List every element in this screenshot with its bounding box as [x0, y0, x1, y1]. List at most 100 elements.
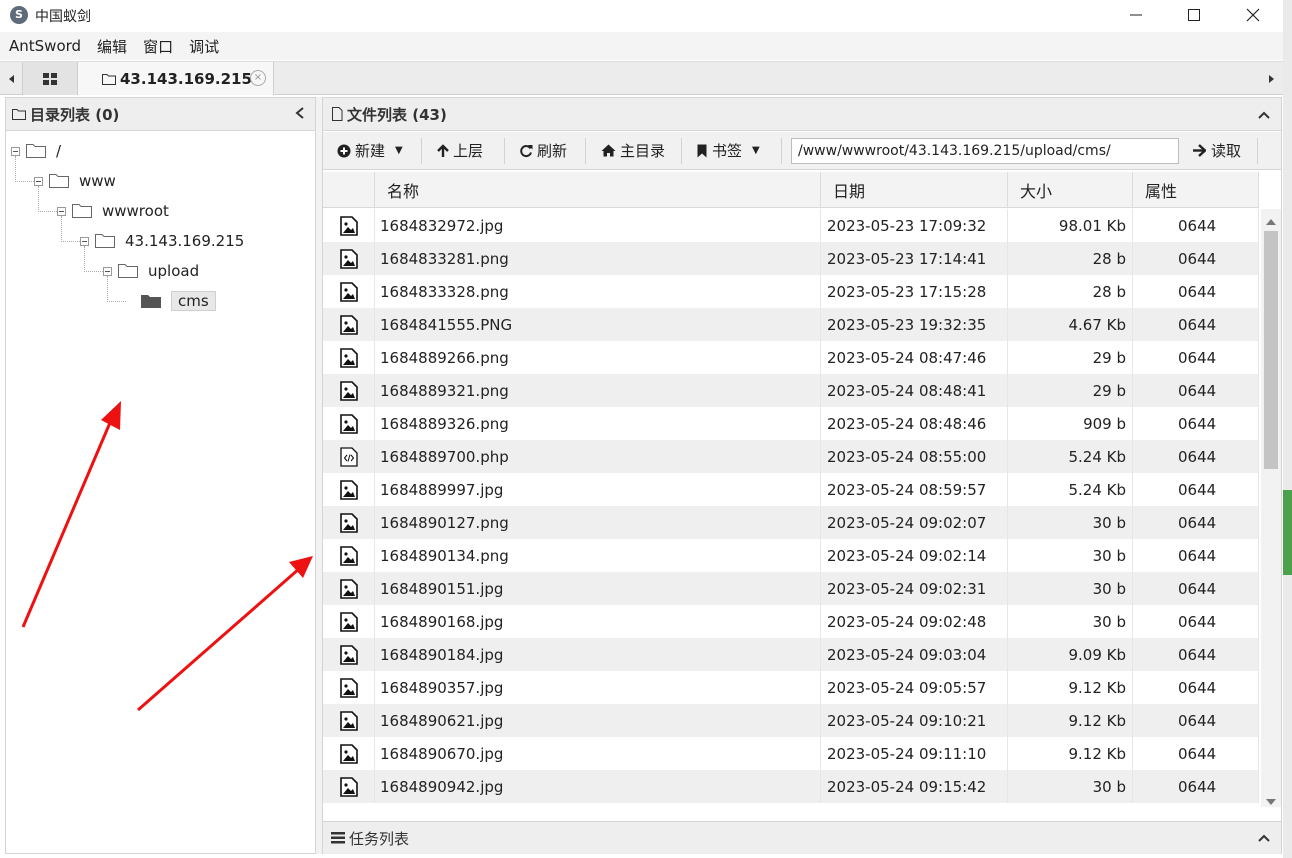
- file-name[interactable]: 1684890127.png: [375, 506, 821, 539]
- image-file-icon: [339, 314, 358, 335]
- file-row[interactable]: 1684889326.png 2023-05-24 08:48:46 909 b 06…: [323, 407, 1259, 440]
- collapse-file-panel-button[interactable]: [1257, 106, 1271, 124]
- column-date-header[interactable]: 日期: [821, 172, 1008, 208]
- file-size: 9.12 Kb: [1008, 737, 1133, 770]
- tab-scroll-right-button[interactable]: [1261, 65, 1281, 93]
- file-name[interactable]: 1684890168.jpg: [375, 605, 821, 638]
- bookmark-button[interactable]: 书签 ▼: [689, 132, 768, 169]
- file-name[interactable]: 1684890134.png: [375, 539, 821, 572]
- tree-collapse-toggle[interactable]: [103, 266, 112, 276]
- file-name[interactable]: 1684890621.jpg: [375, 704, 821, 737]
- tree-node[interactable]: www: [34, 170, 116, 192]
- refresh-label: 刷新: [537, 142, 568, 160]
- file-row[interactable]: 1684833281.png 2023-05-23 17:14:41 28 b 064…: [323, 242, 1259, 275]
- scrollbar-thumb[interactable]: [1264, 231, 1278, 469]
- file-row[interactable]: 1684890134.png 2023-05-24 09:02:14 30 b 064…: [323, 539, 1259, 572]
- tab-host[interactable]: 43.143.169.215: [78, 62, 274, 95]
- file-row[interactable]: 1684890151.jpg 2023-05-24 09:02:31 30 b 064…: [323, 572, 1259, 605]
- menu-debug[interactable]: 调试: [189, 36, 219, 57]
- file-row[interactable]: 1684890127.png 2023-05-24 09:02:07 30 b 064…: [323, 506, 1259, 539]
- tree-collapse-toggle[interactable]: [11, 146, 20, 156]
- file-name[interactable]: 1684890670.jpg: [375, 737, 821, 770]
- image-file-icon: [339, 380, 358, 401]
- minimize-button[interactable]: [1107, 0, 1165, 30]
- menu-antsword[interactable]: AntSword: [9, 37, 81, 55]
- file-name[interactable]: 1684890357.jpg: [375, 671, 821, 704]
- new-button[interactable]: 新建 ▼: [329, 132, 411, 169]
- window-title: 中国蚁剑: [35, 9, 91, 25]
- file-row[interactable]: 1684841555.PNG 2023-05-23 19:32:35 4.67 Kb…: [323, 308, 1259, 341]
- file-name[interactable]: 1684889700.php: [375, 440, 821, 473]
- file-name[interactable]: 1684889266.png: [375, 341, 821, 374]
- file-size: 9.12 Kb: [1008, 704, 1133, 737]
- folder-filled-icon: [141, 295, 161, 308]
- maximize-icon: [1188, 9, 1200, 21]
- task-panel-title: 任务列表: [349, 829, 410, 848]
- tab-close-icon[interactable]: ×: [250, 70, 266, 86]
- tree-node[interactable]: /: [11, 140, 61, 162]
- file-name[interactable]: 1684832972.jpg: [375, 209, 821, 242]
- file-row[interactable]: 1684890184.jpg 2023-05-24 09:03:04 9.09 Kb…: [323, 638, 1259, 671]
- file-type-cell: [323, 407, 375, 440]
- file-type-cell: [323, 704, 375, 737]
- column-perm-header[interactable]: 属性: [1133, 172, 1259, 208]
- tab-dashboard[interactable]: [22, 62, 78, 95]
- task-panel-header[interactable]: 任务列表: [323, 821, 1281, 854]
- plus-circle-icon: [337, 144, 351, 157]
- menu-window[interactable]: 窗口: [143, 36, 173, 57]
- file-row[interactable]: 1684833328.png 2023-05-23 17:15:28 28 b 064…: [323, 275, 1259, 308]
- menu-edit[interactable]: 编辑: [97, 36, 127, 57]
- file-type-cell: [323, 275, 375, 308]
- file-name[interactable]: 1684890184.jpg: [375, 638, 821, 671]
- tree-collapse-toggle[interactable]: [57, 206, 66, 216]
- file-row[interactable]: 1684890621.jpg 2023-05-24 09:10:21 9.12 Kb…: [323, 704, 1259, 737]
- column-size-header[interactable]: 大小: [1008, 172, 1133, 208]
- file-row[interactable]: 1684889700.php 2023-05-24 08:55:00 5.24 Kb…: [323, 440, 1259, 473]
- scroll-up-icon[interactable]: [1265, 212, 1277, 230]
- refresh-button[interactable]: 刷新: [511, 132, 575, 169]
- file-name[interactable]: 1684890942.jpg: [375, 770, 821, 803]
- file-row[interactable]: 1684890168.jpg 2023-05-24 09:02:48 30 b 064…: [323, 605, 1259, 638]
- file-name[interactable]: 1684889326.png: [375, 407, 821, 440]
- tree-node[interactable]: upload: [103, 260, 199, 282]
- folder-icon: [26, 144, 46, 158]
- home-dir-button[interactable]: 主目录: [593, 132, 673, 169]
- menu-bar: AntSword 编辑 窗口 调试: [0, 32, 1283, 60]
- background-window-edge: [1283, 490, 1292, 575]
- tree-collapse-toggle[interactable]: [34, 176, 43, 186]
- directory-panel-title: 目录列表 (0): [30, 105, 120, 124]
- file-row[interactable]: 1684890357.jpg 2023-05-24 09:05:57 9.12 Kb…: [323, 671, 1259, 704]
- tree-node-label: 43.143.169.215: [125, 232, 245, 250]
- tree-node[interactable]: 43.143.169.215: [80, 230, 244, 252]
- scroll-down-icon[interactable]: [1265, 792, 1277, 810]
- chevron-up-icon: [1258, 111, 1270, 119]
- file-row[interactable]: 1684890670.jpg 2023-05-24 09:11:10 9.12 Kb…: [323, 737, 1259, 770]
- file-date: 2023-05-24 08:48:41: [821, 374, 1008, 407]
- up-level-button[interactable]: 上层: [429, 132, 491, 169]
- file-row[interactable]: 1684890942.jpg 2023-05-24 09:15:42 30 b 064…: [323, 770, 1259, 803]
- file-name[interactable]: 1684889321.png: [375, 374, 821, 407]
- collapse-panel-button[interactable]: [294, 106, 306, 124]
- file-name[interactable]: 1684833281.png: [375, 242, 821, 275]
- file-row[interactable]: 1684889266.png 2023-05-24 08:47:46 29 b 064…: [323, 341, 1259, 374]
- file-permission: 0644: [1133, 275, 1259, 308]
- tab-scroll-left-button[interactable]: [2, 65, 22, 93]
- read-path-button[interactable]: 读取: [1185, 132, 1249, 169]
- up-level-label: 上层: [453, 142, 484, 160]
- column-name-header[interactable]: 名称: [375, 172, 821, 208]
- maximize-button[interactable]: [1165, 0, 1223, 30]
- file-table-scrollbar[interactable]: [1261, 209, 1281, 807]
- tree-node[interactable]: cms: [126, 290, 216, 312]
- file-name[interactable]: 1684890151.jpg: [375, 572, 821, 605]
- expand-task-panel-button[interactable]: [1257, 829, 1271, 847]
- tree-node[interactable]: wwwroot: [57, 200, 169, 222]
- file-row[interactable]: 1684889321.png 2023-05-24 08:48:41 29 b 064…: [323, 374, 1259, 407]
- file-name[interactable]: 1684833328.png: [375, 275, 821, 308]
- file-row[interactable]: 1684889997.jpg 2023-05-24 08:59:57 5.24 Kb…: [323, 473, 1259, 506]
- close-window-button[interactable]: [1224, 0, 1282, 30]
- file-name[interactable]: 1684841555.PNG: [375, 308, 821, 341]
- file-row[interactable]: 1684832972.jpg 2023-05-23 17:09:32 98.01 K…: [323, 209, 1259, 242]
- tree-collapse-toggle[interactable]: [80, 236, 89, 246]
- path-input[interactable]: [791, 138, 1179, 164]
- file-name[interactable]: 1684889997.jpg: [375, 473, 821, 506]
